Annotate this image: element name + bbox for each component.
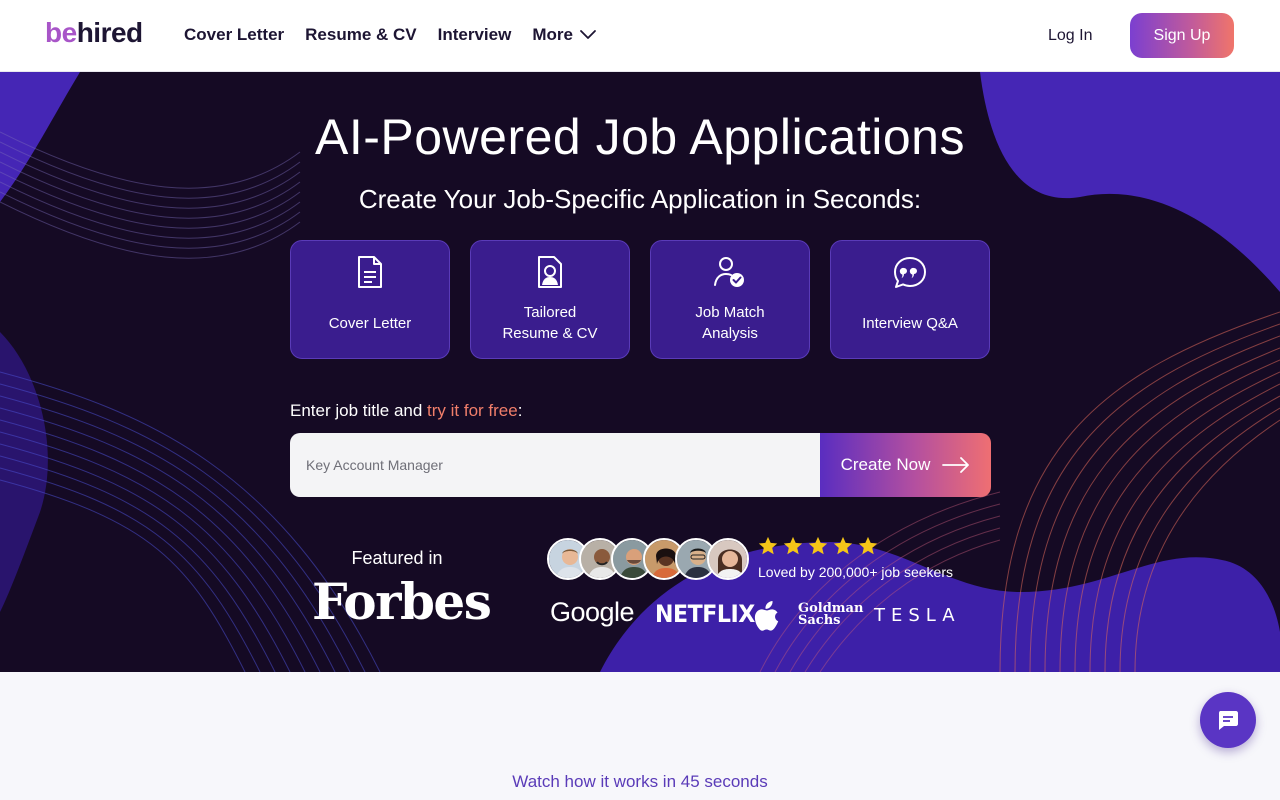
apple-logo-icon <box>754 601 780 636</box>
goldman-sachs-logo: Goldman Sachs <box>798 602 863 628</box>
chat-icon <box>1219 711 1238 730</box>
job-search-bar: Create Now <box>290 433 991 497</box>
behired-logo[interactable]: behired <box>45 17 143 49</box>
star-icon <box>833 536 853 555</box>
chat-launcher-button[interactable] <box>1200 692 1256 748</box>
user-avatars <box>547 538 749 580</box>
nav-more-label: More <box>532 25 573 44</box>
card-interview-qa-label: Interview Q&A <box>862 315 958 332</box>
user-check-icon <box>651 255 809 289</box>
avatar <box>707 538 749 580</box>
hero-subtitle: Create Your Job-Specific Application in … <box>358 184 922 214</box>
prompt-prefix: Enter job title and <box>290 401 428 420</box>
signup-button[interactable]: Sign Up <box>1130 13 1234 58</box>
search-prompt: Enter job title and try it for free: <box>290 401 522 421</box>
nav-resume-cv[interactable]: Resume & CV <box>305 25 416 45</box>
featured-in-label: Featured in <box>351 548 443 568</box>
star-icon <box>758 536 778 555</box>
arrow-right-icon <box>942 457 970 473</box>
prompt-suffix: : <box>517 401 523 420</box>
goldman-line2: Sachs <box>798 613 841 628</box>
quote-bubble-icon <box>831 255 989 291</box>
chevron-down-icon <box>580 30 596 39</box>
card-job-match[interactable]: Job Match Analysis <box>650 240 810 359</box>
forbes-logo: Forbes <box>312 572 492 631</box>
main-nav: Cover Letter Resume & CV Interview More <box>184 25 597 45</box>
card-cover-letter-label: Cover Letter <box>328 315 412 332</box>
feature-cards: Cover Letter Tailored Resume & CV Job Mat… <box>290 240 990 359</box>
card-tailored-resume-label: Tailored Resume & CV <box>471 302 629 344</box>
nav-more[interactable]: More <box>532 25 597 45</box>
create-now-button[interactable]: Create Now <box>820 433 991 497</box>
hero-section: AI-Powered Job Applications Create Your … <box>0 72 1280 672</box>
site-header: behired Cover Letter Resume & CV Intervi… <box>0 0 1280 72</box>
nav-interview[interactable]: Interview <box>438 25 512 45</box>
logo-be: be <box>45 17 77 48</box>
card-tailored-resume[interactable]: Tailored Resume & CV <box>470 240 630 359</box>
google-logo: Google <box>550 597 635 627</box>
document-icon <box>291 255 449 289</box>
tesla-logo: TESLA <box>874 605 961 626</box>
job-title-input[interactable] <box>290 433 820 497</box>
nav-cover-letter[interactable]: Cover Letter <box>184 25 284 45</box>
card-cover-letter[interactable]: Cover Letter <box>290 240 450 359</box>
card-interview-qa[interactable]: Interview Q&A <box>830 240 990 359</box>
star-icon <box>808 536 828 555</box>
card-job-match-line2: Analysis <box>702 325 758 342</box>
hero-title: AI-Powered Job Applications <box>315 109 965 165</box>
create-now-label: Create Now <box>840 455 931 474</box>
card-job-match-line1: Job Match <box>695 304 765 321</box>
star-icon <box>858 536 878 555</box>
card-job-match-label: Job Match Analysis <box>651 302 809 344</box>
rating-stars <box>757 535 879 557</box>
login-link[interactable]: Log In <box>1048 27 1092 45</box>
netflix-logo: NETFLIX <box>655 600 755 628</box>
star-icon <box>783 536 803 555</box>
resume-icon <box>471 255 629 289</box>
watch-video-link[interactable]: Watch how it works in 45 seconds <box>0 772 1280 792</box>
card-tailored-line2: Resume & CV <box>502 325 598 342</box>
card-tailored-line1: Tailored <box>523 304 577 321</box>
loved-by-text: Loved by 200,000+ job seekers <box>758 564 953 580</box>
prompt-accent: try it for free <box>427 401 518 420</box>
logo-hired: hired <box>76 17 143 48</box>
